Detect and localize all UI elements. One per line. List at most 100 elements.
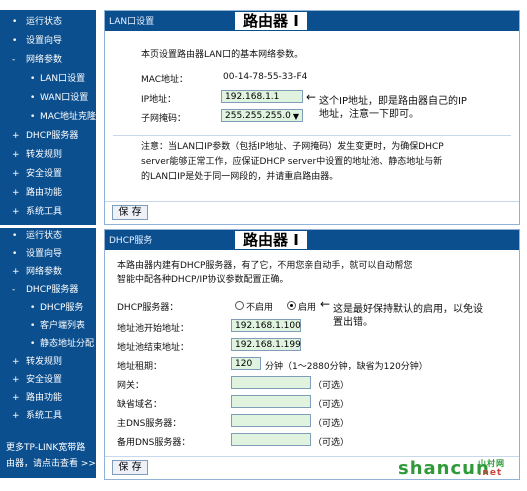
save-button[interactable]: 保 存 <box>112 460 148 475</box>
bottom-sidebar: • 运行状态 • 设置向导 + 网络参数 - DHCP服务器 • DHCP服务 • 客户端列… <box>0 228 96 478</box>
sidebar-item-label: 网络参数 <box>26 55 63 65</box>
arrow-icon: ← <box>306 90 317 104</box>
sidebar-item-label: 客户端列表 <box>40 321 86 331</box>
watermark-suffix: .net <box>478 468 503 478</box>
lease-hint: 分钟（1～2880分钟，缺省为120分钟） <box>265 362 428 372</box>
sidebar-item-dhcp[interactable]: + DHCP服务器 <box>0 128 96 144</box>
chevron-down-icon: ▼ <box>292 112 299 121</box>
sidebar-item-security[interactable]: + 安全设置 <box>0 372 96 388</box>
sidebar-item-label: MAC地址克隆 <box>40 112 97 122</box>
dhcp-service-panel: DHCP服务 路由器 I 本路由器内建有DHCP服务器，有了它，不用您亲自动手，… <box>104 229 520 480</box>
domain-optional: （可选） <box>313 400 350 410</box>
pool-end-label: 地址池结束地址： <box>117 343 190 353</box>
sidebar-item-mac-clone[interactable]: • MAC地址克隆 <box>0 109 96 125</box>
sidebar-item-static-address[interactable]: • 静态地址分配 <box>0 336 96 352</box>
watermark-logo: shancun .net 山村网 <box>398 458 524 486</box>
sidebar-item-security[interactable]: + 安全设置 <box>0 166 96 182</box>
sidebar-item-system[interactable]: + 系统工具 <box>0 204 96 220</box>
panel-tab-label: DHCP服务 <box>109 236 153 246</box>
sidebar-item-label: 运行状态 <box>26 231 63 241</box>
pool-start-label: 地址池开始地址： <box>117 324 190 334</box>
watermark-small: 山村网 <box>478 459 505 468</box>
bullet-icon: • <box>12 231 18 241</box>
page-title: 路由器 I <box>235 12 307 30</box>
bullet-icon: • <box>12 249 18 259</box>
sidebar-item-label: 安全设置 <box>26 169 63 179</box>
sidebar-item-label: LAN口设置 <box>40 74 86 84</box>
gateway-optional: （可选） <box>313 381 350 391</box>
expand-icon: + <box>12 188 20 198</box>
gateway-input[interactable] <box>231 376 311 389</box>
intro-line1: 本路由器内建有DHCP服务器，有了它，不用您亲自动手，就可以自动帮您 <box>117 261 413 271</box>
expand-icon: + <box>12 169 20 179</box>
mask-label: 子网掩码： <box>141 114 187 124</box>
page-title: 路由器 I <box>235 231 307 249</box>
sidebar-item-label: DHCP服务器 <box>26 285 79 295</box>
sidebar-item-label: 静态地址分配 <box>40 339 95 349</box>
sidebar-item-label: 网络参数 <box>26 267 63 277</box>
sidebar-footer-link-more[interactable]: 由器，请点击查看 >> <box>6 456 102 472</box>
domain-label: 缺省域名： <box>117 400 163 410</box>
expand-icon: + <box>12 375 20 385</box>
bullet-icon: • <box>30 93 36 103</box>
primary-dns-input[interactable] <box>231 414 311 427</box>
sidebar-item-label: 系统工具 <box>26 207 63 217</box>
footer-text: 更多TP-LINK宽带路 <box>6 443 86 453</box>
sidebar-item-label: 转发规则 <box>26 150 63 160</box>
panel-header: LAN口设置 路由器 I <box>105 11 519 31</box>
secondary-dns-input[interactable] <box>231 433 311 446</box>
lease-time-input[interactable]: 120 <box>231 357 261 370</box>
divider <box>113 135 511 136</box>
lease-label: 地址租期： <box>117 362 163 372</box>
sidebar-item-network[interactable]: + 网络参数 <box>0 264 96 280</box>
sidebar-item-label: 系统工具 <box>26 411 63 421</box>
dhcp-enable-radio[interactable] <box>287 301 296 310</box>
top-sidebar: • 运行状态 • 设置向导 - 网络参数 • LAN口设置 • WAN口设置 • MAC地址… <box>0 10 96 225</box>
sidebar-item-wan[interactable]: • WAN口设置 <box>0 90 96 106</box>
sidebar-item-routing[interactable]: + 路由功能 <box>0 185 96 201</box>
pool-end-input[interactable]: 192.168.1.199 <box>231 338 301 351</box>
sidebar-item-dhcp[interactable]: - DHCP服务器 <box>0 282 96 298</box>
ip-label: IP地址： <box>141 95 177 105</box>
domain-input[interactable] <box>231 395 311 408</box>
arrow-icon: ← <box>320 297 331 311</box>
sidebar-item-forwarding[interactable]: + 转发规则 <box>0 354 96 370</box>
bullet-icon: • <box>30 74 36 84</box>
sidebar-item-lan[interactable]: • LAN口设置 <box>0 71 96 87</box>
sidebar-item-dhcp-service[interactable]: • DHCP服务 <box>0 300 96 316</box>
dhcp-disable-radio[interactable] <box>235 301 244 310</box>
ip-address-input[interactable]: 192.168.1.1 <box>221 90 303 103</box>
notice-line3: 的LAN口IP是处于同一网段的，并请重启路由器。 <box>141 172 339 182</box>
footer-text: 由器，请点击查看 >> <box>6 459 96 469</box>
primary-dns-optional: （可选） <box>313 419 350 429</box>
subnet-mask-select[interactable]: 255.255.255.0 ▼ <box>221 109 303 122</box>
mac-label: MAC地址： <box>141 75 189 85</box>
sidebar-item-label: 路由功能 <box>26 188 63 198</box>
primary-dns-label: 主DNS服务器： <box>117 419 182 429</box>
collapse-icon: - <box>12 55 16 65</box>
sidebar-item-status[interactable]: • 运行状态 <box>0 228 96 244</box>
sidebar-item-status[interactable]: • 运行状态 <box>0 14 96 30</box>
sidebar-item-forwarding[interactable]: + 转发规则 <box>0 147 96 163</box>
subnet-mask-value: 255.255.255.0 <box>225 111 291 121</box>
sidebar-item-wizard[interactable]: • 设置向导 <box>0 246 96 262</box>
sidebar-item-label: WAN口设置 <box>40 93 89 103</box>
pool-start-input[interactable]: 192.168.1.100 <box>231 319 301 332</box>
sidebar-footer-link[interactable]: 更多TP-LINK宽带路 <box>6 440 102 456</box>
sidebar-item-client-list[interactable]: • 客户端列表 <box>0 318 96 334</box>
secondary-dns-label: 备用DNS服务器： <box>117 438 191 448</box>
sidebar-item-routing[interactable]: + 路由功能 <box>0 390 96 406</box>
sidebar-item-system[interactable]: + 系统工具 <box>0 408 96 424</box>
collapse-icon: - <box>12 285 16 295</box>
expand-icon: + <box>12 267 20 277</box>
sidebar-item-label: 路由功能 <box>26 393 63 403</box>
save-button[interactable]: 保 存 <box>112 205 148 220</box>
expand-icon: + <box>12 207 20 217</box>
mac-value: 00-14-78-55-33-F4 <box>223 72 308 82</box>
sidebar-item-network[interactable]: - 网络参数 <box>0 52 96 68</box>
gateway-label: 网关： <box>117 381 145 391</box>
sidebar-item-wizard[interactable]: • 设置向导 <box>0 33 96 49</box>
sidebar-item-label: DHCP服务器 <box>26 131 79 141</box>
watermark-text: shancun <box>398 458 490 479</box>
expand-icon: + <box>12 131 20 141</box>
